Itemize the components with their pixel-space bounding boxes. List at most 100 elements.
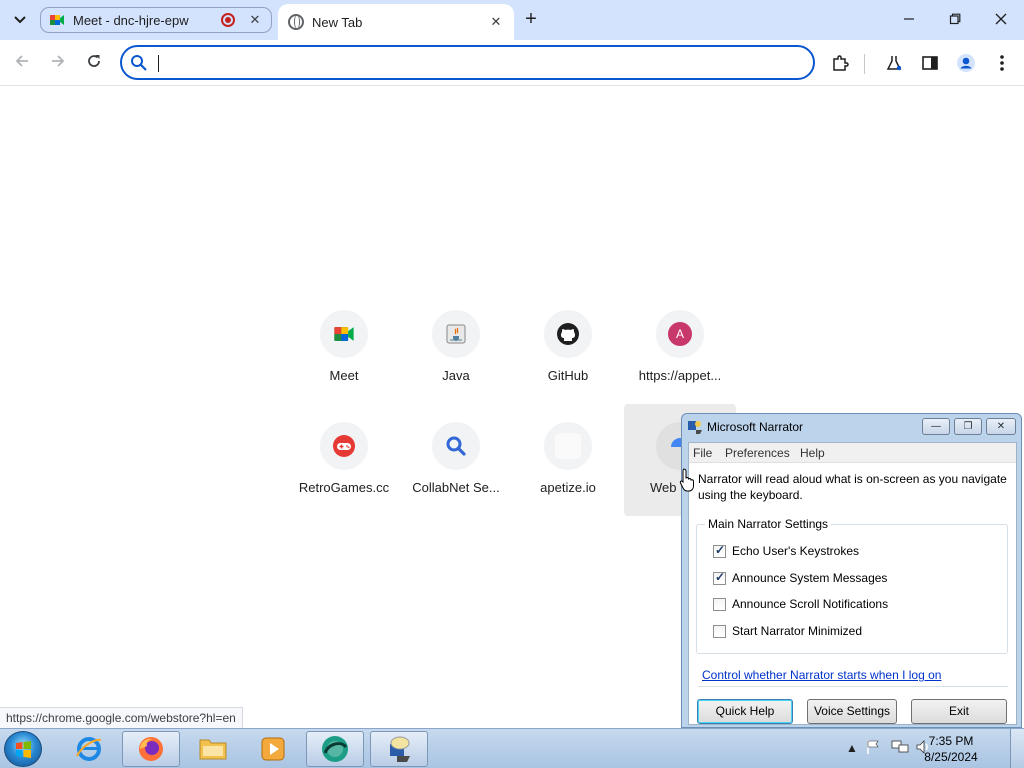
option-announce-system-messages[interactable]: Announce System Messages xyxy=(713,570,887,586)
narrator-menubar: File Preferences Help xyxy=(689,443,1016,463)
menu-preferences[interactable]: Preferences xyxy=(725,446,790,460)
checkbox-checked[interactable] xyxy=(713,543,726,558)
option-announce-scroll[interactable]: Announce Scroll Notifications xyxy=(713,596,888,612)
profile-avatar-icon[interactable] xyxy=(954,51,978,75)
link-status-url: https://chrome.google.com/webstore?hl=en xyxy=(0,707,243,728)
shortcut-label: Java xyxy=(442,368,470,383)
address-input[interactable] xyxy=(156,54,796,72)
start-button[interactable] xyxy=(4,731,42,767)
taskbar-firefox[interactable] xyxy=(122,731,180,767)
toolbar-divider xyxy=(864,54,865,74)
startup-settings-link[interactable]: Control whether Narrator starts when I l… xyxy=(702,668,941,682)
taskbar: ▲ 7:35 PM 8/25/2024 xyxy=(0,728,1024,768)
option-label: Announce Scroll Notifications xyxy=(732,597,889,611)
letter-avatar-icon: A xyxy=(668,322,692,346)
github-icon xyxy=(557,323,579,345)
taskbar-file-explorer[interactable] xyxy=(184,731,242,767)
shortcut-github[interactable]: GitHub xyxy=(512,292,624,404)
recording-icon xyxy=(221,13,235,27)
shortcut-icon-bg xyxy=(544,422,592,470)
tab-meet[interactable]: Meet - dnc-hjre-epw ✕ xyxy=(40,7,272,33)
menu-help[interactable]: Help xyxy=(800,446,825,460)
shortcut-label: apetize.io xyxy=(540,480,596,495)
java-icon xyxy=(446,324,466,344)
narrator-titlebar[interactable]: Microsoft Narrator — ❐ ✕ xyxy=(682,414,1021,440)
media-player-icon xyxy=(261,737,285,761)
taskbar-internet-explorer[interactable] xyxy=(60,731,118,767)
shortcut-java[interactable]: Java xyxy=(400,292,512,404)
shortcut-label: CollabNet Se... xyxy=(412,480,500,495)
shortcut-label: GitHub xyxy=(547,368,589,383)
new-tab-plus-icon[interactable]: + xyxy=(520,8,542,30)
option-label: Start Narrator Minimized xyxy=(732,624,863,638)
voice-settings-button[interactable]: Voice Settings xyxy=(807,699,897,724)
shortcut-icon-bg xyxy=(544,310,592,358)
show-hidden-icons-icon[interactable]: ▲ xyxy=(846,741,858,755)
checkbox-checked[interactable] xyxy=(713,570,726,585)
blank-icon xyxy=(555,433,581,459)
network-icon[interactable] xyxy=(891,739,909,758)
close-icon[interactable]: ✕ xyxy=(986,418,1016,435)
narrator-window: Microsoft Narrator — ❐ ✕ File Preference… xyxy=(681,413,1022,728)
search-icon xyxy=(446,436,466,456)
google-meet-icon xyxy=(50,15,64,25)
firefox-icon xyxy=(139,737,163,761)
shortcut-collabnet[interactable]: CollabNet Se... xyxy=(400,404,512,516)
side-panel-icon[interactable] xyxy=(918,51,942,75)
back-arrow-icon[interactable] xyxy=(10,51,34,75)
globe-icon xyxy=(288,14,304,30)
close-tab-icon[interactable]: ✕ xyxy=(488,14,504,30)
narrator-description: Narrator will read aloud what is on-scre… xyxy=(698,472,1007,502)
maximize-icon[interactable]: ❐ xyxy=(954,418,982,435)
taskbar-media-player[interactable] xyxy=(244,731,302,767)
checkbox-unchecked[interactable] xyxy=(713,597,726,611)
shortcut-icon-bg xyxy=(320,422,368,470)
exit-button[interactable]: Exit xyxy=(911,699,1007,724)
system-clock[interactable]: 7:35 PM 8/25/2024 xyxy=(920,733,982,765)
labs-flask-icon[interactable] xyxy=(882,51,906,75)
checkbox-unchecked[interactable] xyxy=(713,624,726,638)
option-echo-keystrokes[interactable]: Echo User's Keystrokes xyxy=(713,543,859,559)
tab-title: Meet - dnc-hjre-epw xyxy=(73,12,189,28)
minimize-icon[interactable] xyxy=(894,8,924,32)
tab-search-chevron-icon[interactable] xyxy=(8,8,32,32)
tab-strip: Meet - dnc-hjre-epw ✕ New Tab ✕ + xyxy=(0,0,1024,40)
shortcut-icon-bg: A xyxy=(656,310,704,358)
shortcut-retrogames[interactable]: RetroGames.cc xyxy=(288,404,400,516)
text-caret xyxy=(158,55,159,72)
narrator-icon xyxy=(688,421,702,434)
extensions-puzzle-icon[interactable] xyxy=(828,51,852,75)
quick-help-button[interactable]: Quick Help xyxy=(697,699,793,724)
close-tab-icon[interactable]: ✕ xyxy=(247,12,263,28)
close-window-icon[interactable] xyxy=(986,8,1016,32)
option-label: Echo User's Keystrokes xyxy=(732,544,860,558)
taskbar-narrator[interactable] xyxy=(370,731,428,767)
shortcut-appetize[interactable]: A https://appet... xyxy=(624,292,736,404)
address-bar[interactable] xyxy=(120,45,815,80)
clock-date: 8/25/2024 xyxy=(924,750,978,764)
tab-title: New Tab xyxy=(312,14,363,30)
restore-icon[interactable] xyxy=(940,8,970,32)
search-icon xyxy=(131,55,147,71)
minimize-icon[interactable]: — xyxy=(922,418,950,435)
menu-file[interactable]: File xyxy=(693,446,712,460)
internet-explorer-icon xyxy=(76,737,102,761)
forward-arrow-icon[interactable] xyxy=(46,51,70,75)
tab-new-tab[interactable]: New Tab ✕ xyxy=(278,4,514,40)
file-explorer-icon xyxy=(199,739,227,760)
more-menu-icon[interactable] xyxy=(990,51,1014,75)
shortcut-label: https://appet... xyxy=(638,368,722,383)
browser-toolbar xyxy=(0,40,1024,86)
taskbar-browser-app[interactable] xyxy=(306,731,364,767)
shortcut-meet[interactable]: Meet xyxy=(288,292,400,404)
option-start-minimized[interactable]: Start Narrator Minimized xyxy=(713,623,862,639)
reload-icon[interactable] xyxy=(82,51,106,75)
show-desktop-button[interactable] xyxy=(1010,729,1024,768)
narrator-icon xyxy=(390,736,410,762)
google-meet-icon xyxy=(334,327,354,341)
shortcut-icon-bg xyxy=(432,422,480,470)
shortcut-icon-bg xyxy=(320,310,368,358)
action-center-flag-icon[interactable] xyxy=(866,739,880,758)
narrator-body: File Preferences Help Narrator will read… xyxy=(688,442,1017,725)
shortcut-apetize[interactable]: apetize.io xyxy=(512,404,624,516)
